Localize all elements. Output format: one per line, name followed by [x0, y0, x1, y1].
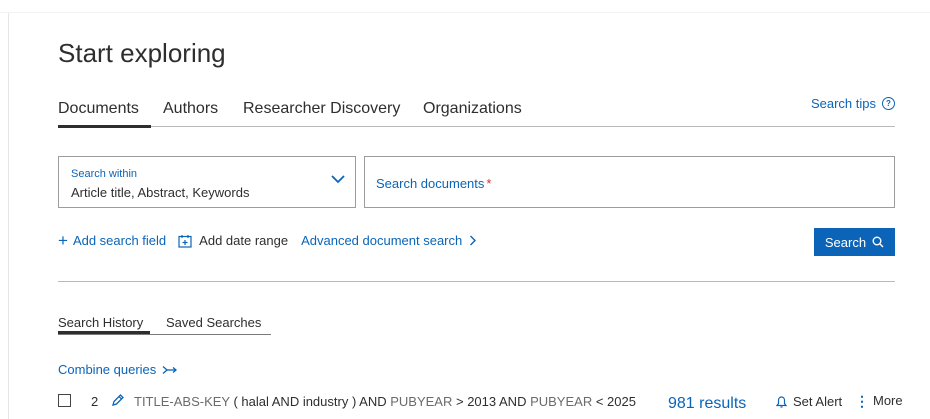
search-actions: + Add search field Add date range Advanc…: [58, 231, 477, 250]
required-mark: *: [486, 176, 492, 191]
search-button-label: Search: [824, 234, 867, 250]
search-within-select[interactable]: Search within Article title, Abstract, K…: [58, 156, 356, 208]
tab-authors[interactable]: Authors: [163, 100, 218, 126]
section-divider: [58, 281, 895, 282]
tab-documents[interactable]: Documents: [58, 100, 151, 128]
combine-queries-label: Combine queries: [58, 362, 157, 377]
search-type-tabs: Documents Authors Researcher Discovery O…: [58, 96, 895, 128]
set-alert-button[interactable]: Set Alert: [775, 394, 842, 409]
calendar-plus-icon: [178, 234, 192, 248]
search-documents-input[interactable]: Search documents *: [364, 156, 895, 208]
query-op-1: > 2013 AND: [452, 394, 531, 409]
combine-arrow-icon: [162, 365, 178, 374]
page-title: Start exploring: [58, 38, 226, 68]
query-op-2: < 2025: [592, 394, 636, 409]
more-vertical-icon: ⋮: [855, 392, 869, 409]
more-label: More: [873, 393, 903, 408]
search-button[interactable]: Search: [814, 228, 895, 256]
plus-icon: +: [58, 231, 68, 250]
query-field-pubyear-2: PUBYEAR: [530, 394, 593, 409]
search-tips-link[interactable]: Search tips ?: [811, 96, 895, 111]
add-search-field-button[interactable]: + Add search field: [58, 231, 167, 250]
left-edge: [8, 13, 9, 419]
query-field-pubyear-1: PUBYEAR: [390, 394, 453, 409]
query-field-tak: TITLE-ABS-KEY: [134, 394, 230, 409]
search-icon: [872, 236, 884, 248]
tab-researcher-discovery[interactable]: Researcher Discovery: [243, 100, 400, 126]
tab-search-history[interactable]: Search History: [58, 315, 151, 334]
pencil-icon[interactable]: [110, 393, 125, 408]
combine-queries-link[interactable]: Combine queries: [58, 362, 178, 377]
row-checkbox[interactable]: [58, 394, 71, 407]
set-alert-label: Set Alert: [793, 394, 843, 409]
help-circle-icon: ?: [882, 97, 895, 110]
query-terms: ( halal AND industry ) AND: [229, 394, 391, 409]
top-edge: [0, 0, 930, 13]
add-date-range-button[interactable]: Add date range: [178, 233, 288, 248]
bell-icon: [775, 396, 788, 408]
advanced-search-link[interactable]: Advanced document search: [301, 233, 477, 248]
history-tabs: Search History Saved Searches: [58, 315, 271, 335]
history-row: 2 TITLE-ABS-KEY ( halal AND industry ) A…: [58, 392, 903, 414]
query-text: TITLE-ABS-KEY ( halal AND industry ) AND…: [134, 394, 636, 409]
row-number: 2: [91, 394, 99, 409]
chevron-right-icon: [470, 235, 477, 246]
search-tips-label: Search tips: [810, 96, 876, 111]
results-link[interactable]: 981 results: [668, 395, 746, 413]
tab-organizations[interactable]: Organizations: [423, 100, 522, 126]
advanced-search-label: Advanced document search: [301, 233, 463, 248]
search-documents-placeholder: Search documents *: [376, 176, 492, 191]
more-menu-button[interactable]: ⋮ More: [855, 393, 903, 408]
add-search-field-label: Add search field: [72, 233, 167, 248]
search-within-label: Search within: [71, 168, 138, 180]
add-date-range-label: Add date range: [199, 233, 289, 248]
search-within-value: Article title, Abstract, Keywords: [71, 185, 250, 200]
chevron-down-icon: [331, 175, 345, 184]
tab-saved-searches[interactable]: Saved Searches: [166, 315, 261, 330]
